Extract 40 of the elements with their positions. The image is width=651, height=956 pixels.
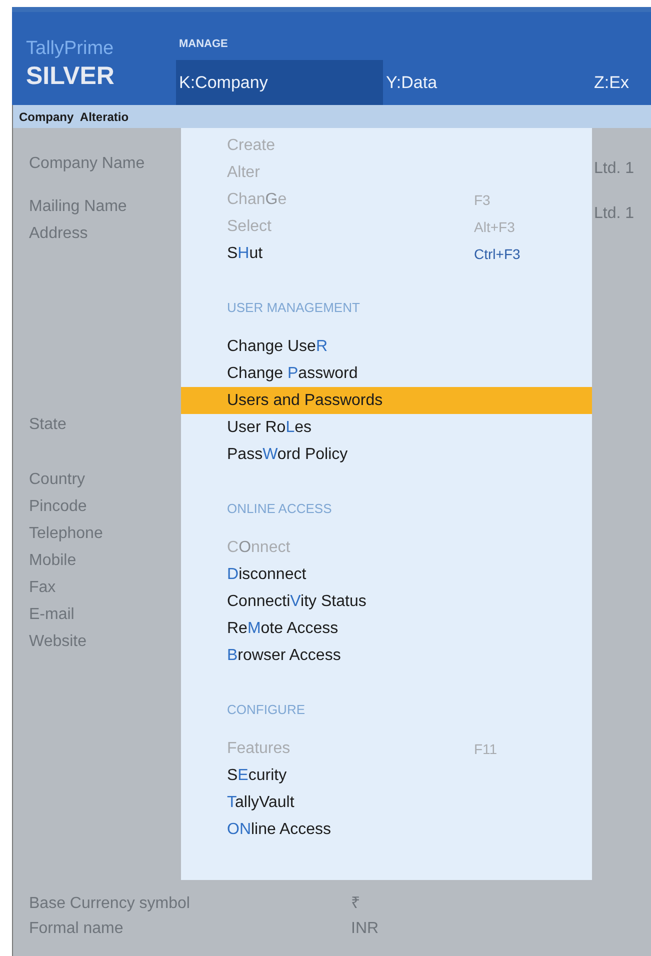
field-label: Company Name <box>29 154 145 173</box>
menu-item[interactable]: SEcurity <box>181 762 592 789</box>
menu-item[interactable]: Disconnect <box>181 561 592 588</box>
menu-bar-item[interactable]: Z:Ex <box>591 60 651 105</box>
field-label: Fax <box>29 578 56 597</box>
menu-bar-item[interactable]: K:Company <box>176 60 383 105</box>
edition-name: SILVER <box>26 62 116 91</box>
section-heading: ONLINE ACCESS <box>227 501 333 516</box>
field-label: E-mail <box>29 605 74 624</box>
field-label: Pincode <box>29 497 87 516</box>
field-label: Website <box>29 632 87 651</box>
field-label: Formal name <box>29 919 124 938</box>
menu-item[interactable]: Browser Access <box>181 642 592 669</box>
section-heading: USER MANAGEMENT <box>227 300 361 315</box>
menu-item[interactable]: ConnectiVity Status <box>181 588 592 615</box>
field-label: State <box>29 415 66 434</box>
screen-title: Company Alteratio <box>19 110 129 124</box>
field-value: INR <box>351 919 379 938</box>
field-label: Mobile <box>29 551 76 570</box>
menu-item[interactable]: ONline Access <box>181 816 592 843</box>
menu-item[interactable]: Change UseR <box>181 333 592 360</box>
menu-item[interactable]: Users and Passwords <box>181 387 592 414</box>
menu-item[interactable]: PassWord Policy <box>181 441 592 468</box>
menu-item[interactable]: User RoLes <box>181 414 592 441</box>
field-value: Ltd. 1 <box>594 159 634 178</box>
menu-group-title: MANAGE <box>178 37 229 52</box>
menu-item[interactable]: Change Password <box>181 360 592 387</box>
field-value: Ltd. 1 <box>594 204 634 223</box>
menu-item[interactable]: SHut Ctrl+F3 <box>181 240 592 267</box>
field-value: ₹ <box>351 894 360 913</box>
field-label: Base Currency symbol <box>29 894 191 913</box>
menu-item[interactable]: ReMote Access <box>181 615 592 642</box>
field-label: Mailing Name <box>29 197 127 216</box>
section-heading: CONFIGURE <box>227 702 306 717</box>
field-label: Country <box>29 470 86 489</box>
menu-item[interactable]: TallyVault <box>181 789 592 816</box>
field-label: Address <box>29 224 88 243</box>
product-name: TallyPrime <box>26 38 115 60</box>
field-label: Telephone <box>29 524 103 543</box>
menu-bar-item[interactable]: Y:Data <box>383 60 591 105</box>
